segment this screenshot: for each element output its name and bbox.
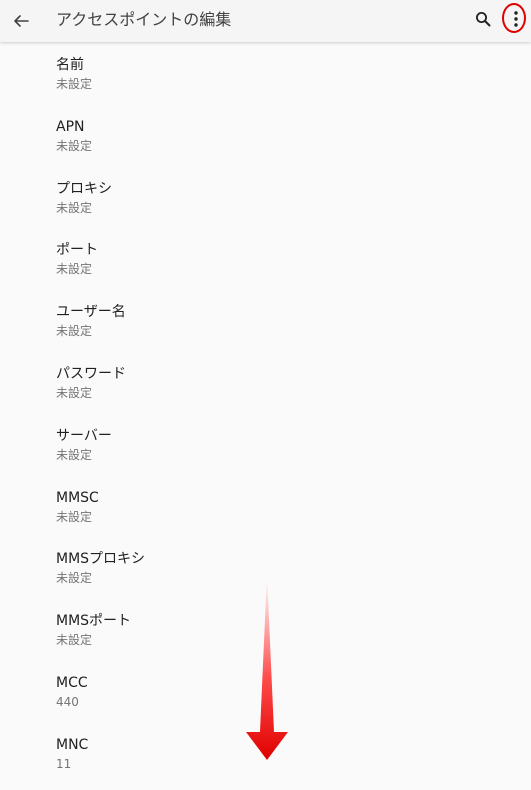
back-button[interactable] [2,2,40,40]
field-title: MCC [56,674,88,691]
field-title: APN [56,118,85,135]
field-title: MMSC [56,489,99,506]
field-summary: 未設定 [56,200,93,215]
field-row-mmsc[interactable]: MMSC 未設定 [0,477,531,539]
field-row-apn[interactable]: APN 未設定 [0,106,531,168]
field-title: MMSポート [56,613,132,630]
field-row-server[interactable]: サーバー 未設定 [0,415,531,477]
field-summary: 未設定 [56,262,93,277]
field-summary: 440 [56,694,79,709]
field-title: MMSプロキシ [56,551,146,568]
field-title: プロキシ [56,180,112,197]
field-summary: 未設定 [56,509,93,524]
field-summary: 未設定 [56,447,93,462]
field-summary: 11 [56,756,72,771]
field-title: MNC [56,736,89,753]
field-summary: 未設定 [56,77,93,91]
app-bar: アクセスポイントの編集 [0,0,531,42]
field-row-username[interactable]: ユーザー名 未設定 [0,291,531,353]
field-title: サーバー [56,427,112,444]
field-summary: 未設定 [56,385,93,400]
search-icon [476,12,491,27]
apn-field-list: 名前 未設定 APN 未設定 プロキシ 未設定 ポート 未設定 ユーザー名 未設… [0,44,531,786]
field-summary: 未設定 [56,571,93,586]
field-summary: 未設定 [56,633,93,648]
arrow-back-icon [14,15,29,27]
more-options-button[interactable] [501,2,531,36]
field-row-mnc[interactable]: MNC 11 [0,724,531,786]
search-button[interactable] [466,2,500,36]
field-row-proxy[interactable]: プロキシ 未設定 [0,168,531,230]
field-title: パスワード [56,365,126,382]
field-row-mcc[interactable]: MCC 440 [0,662,531,724]
field-row-port[interactable]: ポート 未設定 [0,229,531,291]
page-title: アクセスポイントの編集 [56,10,232,29]
field-row-mms-proxy[interactable]: MMSプロキシ 未設定 [0,538,531,600]
field-row-mms-port[interactable]: MMSポート 未設定 [0,600,531,662]
field-summary: 未設定 [56,324,93,339]
field-row-password[interactable]: パスワード 未設定 [0,353,531,415]
field-row-name[interactable]: 名前 未設定 [0,44,531,106]
field-title: 名前 [56,57,84,73]
field-title: ユーザー名 [56,304,126,321]
more-vert-icon [514,11,518,27]
field-summary: 未設定 [56,138,93,153]
field-title: ポート [56,242,98,259]
